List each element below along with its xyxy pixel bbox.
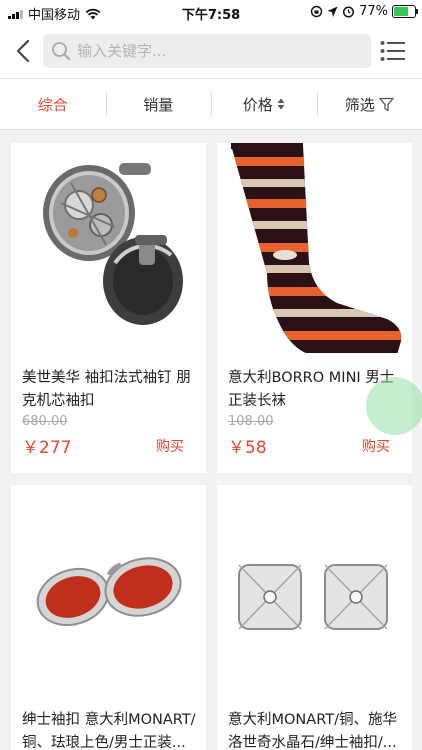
original-price: 680.00 [22, 414, 68, 429]
search-icon [52, 42, 70, 60]
buy-button[interactable]: 购买 [362, 436, 390, 456]
product-image-crystal-cufflinks [217, 485, 412, 695]
product-title[interactable]: 意大利MONART/铜、施华洛世奇水晶石/绅士袖扣/... [228, 709, 402, 750]
lock-rotation-icon [310, 5, 323, 18]
header [0, 24, 422, 78]
sort-tab-comprehensive[interactable]: 综合 [0, 79, 106, 129]
buy-button[interactable]: 购买 [156, 436, 184, 456]
sort-tab-label: 销量 [143, 95, 174, 114]
product-title[interactable]: 绅士袖扣 意大利MONART/铜、珐琅上色/男士正装... [22, 709, 196, 750]
search-bar[interactable] [43, 34, 371, 68]
location-icon [327, 6, 338, 17]
product-image-cufflinks-mechanical [11, 143, 206, 353]
back-button[interactable] [10, 37, 36, 65]
sort-tab-price[interactable]: 价格 [211, 79, 317, 129]
product-card[interactable]: 美世美华 袖扣法式袖钉 朋克机芯袖扣 680.00 ￥277 购买 [11, 143, 206, 473]
product-image-red-enamel-cufflinks [11, 485, 206, 695]
sort-bar: 综合 销量 价格 筛选 [0, 78, 422, 130]
sort-tab-label: 筛选 [344, 95, 375, 114]
filter-icon [379, 97, 394, 111]
product-title[interactable]: 美世美华 袖扣法式袖钉 朋克机芯袖扣 [22, 367, 196, 413]
floating-assist-button[interactable] [366, 377, 422, 435]
search-input[interactable] [75, 41, 359, 61]
sale-price: ￥277 [22, 438, 72, 458]
status-right: 77% [310, 4, 418, 19]
menu-button[interactable] [380, 40, 406, 62]
sale-price: ￥58 [228, 438, 267, 458]
status-bar: 中国移动 下午7:58 77% [0, 0, 422, 24]
sort-tab-label: 价格 [242, 95, 273, 114]
list-menu-icon [380, 41, 405, 61]
chevron-left-icon [16, 39, 30, 63]
alarm-icon [343, 6, 355, 18]
battery-icon [392, 5, 418, 18]
sort-arrows-icon [277, 98, 285, 110]
product-image-striped-sock [217, 143, 412, 353]
sort-tab-label: 综合 [37, 95, 68, 114]
product-card[interactable]: 绅士袖扣 意大利MONART/铜、珐琅上色/男士正装... [11, 485, 206, 750]
sort-tab-sales[interactable]: 销量 [105, 79, 212, 129]
original-price: 108.00 [228, 414, 274, 429]
sort-tab-filter[interactable]: 筛选 [316, 79, 422, 129]
product-card[interactable]: 意大利MONART/铜、施华洛世奇水晶石/绅士袖扣/... [217, 485, 412, 750]
battery-percent: 77% [359, 4, 388, 19]
